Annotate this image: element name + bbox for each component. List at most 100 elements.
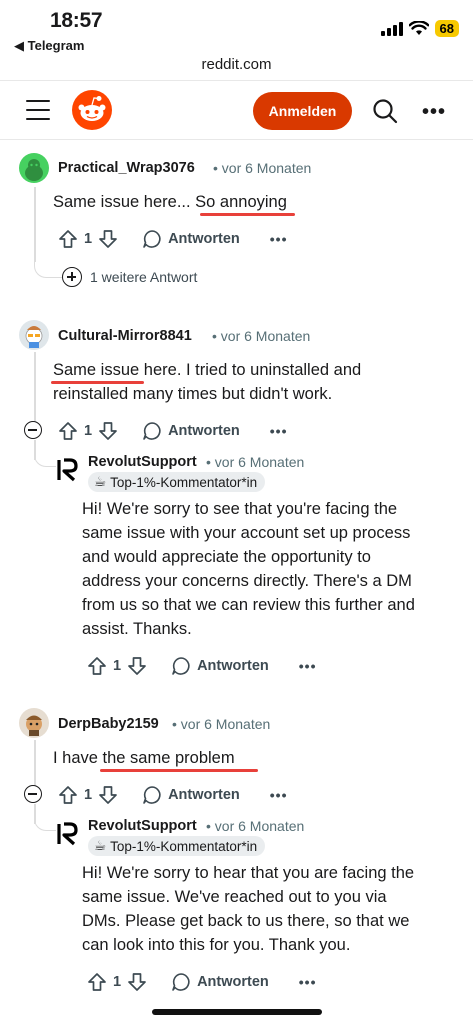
- reply-body-line: assist. Thanks.: [82, 620, 192, 638]
- more-replies-link[interactable]: 1 weitere Antwort: [62, 267, 197, 287]
- cup-icon: ☕: [94, 838, 107, 853]
- login-button[interactable]: Anmelden: [253, 92, 352, 130]
- reply-body: Hi! We're sorry to see that you're facin…: [82, 497, 415, 641]
- snoo-avatar-icon: [26, 715, 42, 736]
- collapse-icon[interactable]: [24, 421, 42, 439]
- snoo-avatar-icon: [25, 159, 43, 181]
- upvote-icon[interactable]: [87, 656, 107, 676]
- upvote-icon[interactable]: [58, 229, 78, 249]
- cup-icon: ☕: [94, 474, 107, 489]
- thread-elbow: [34, 445, 56, 467]
- hamburger-icon[interactable]: [26, 100, 50, 120]
- comment-body: Same issue here... So annoying: [53, 193, 287, 211]
- reply-label: Antworten: [197, 658, 269, 674]
- reply-label: Antworten: [168, 423, 240, 439]
- reply-body-line: Hi! We're sorry to see that you're facin…: [82, 500, 398, 518]
- comment-author[interactable]: DerpBaby2159: [58, 716, 159, 732]
- upvote-icon[interactable]: [58, 785, 78, 805]
- vote-count: 1: [84, 423, 93, 439]
- comment-body-line: Same issue here. I tried to uninstalled …: [53, 361, 362, 379]
- comment-more-button[interactable]: •••: [270, 423, 288, 439]
- avatar[interactable]: [19, 320, 49, 350]
- home-indicator[interactable]: [152, 1009, 322, 1015]
- reply-author[interactable]: RevolutSupport: [88, 454, 197, 470]
- reply-button[interactable]: Antworten: [142, 229, 240, 249]
- revolut-logo[interactable]: [54, 456, 82, 484]
- reply-body-line: from us so that we can review this furth…: [82, 596, 415, 614]
- reply-button[interactable]: Antworten: [171, 972, 269, 992]
- thread-elbow: [34, 809, 56, 831]
- reply-body-line: and would appreciate the opportunity to: [82, 548, 371, 566]
- upvote-icon[interactable]: [58, 421, 78, 441]
- reply-body-line: same issue. We've reached out to you via: [82, 888, 387, 906]
- comment-author[interactable]: Cultural-Mirror8841: [58, 328, 192, 344]
- comment-icon: [143, 230, 161, 248]
- reply-body-line: Hi! We're sorry to hear that you are fac…: [82, 864, 415, 882]
- reply-actions: 1 Antworten •••: [87, 970, 316, 994]
- comment-icon: [143, 786, 161, 804]
- comment-more-button[interactable]: •••: [299, 974, 317, 990]
- comment-author[interactable]: Practical_Wrap3076: [58, 160, 195, 176]
- comment-more-button[interactable]: •••: [270, 231, 288, 247]
- comment-icon: [172, 657, 190, 675]
- reddit-navbar: Anmelden •••: [0, 80, 473, 140]
- reply-button[interactable]: Antworten: [142, 785, 240, 805]
- comment-timestamp: • vor 6 Monaten: [172, 716, 271, 732]
- comment-icon: [143, 422, 161, 440]
- downvote-icon[interactable]: [98, 785, 118, 805]
- downvote-icon[interactable]: [127, 972, 147, 992]
- revolut-logo[interactable]: [54, 820, 82, 848]
- comment-icon: [172, 973, 190, 991]
- comment-actions: 1 Antworten •••: [58, 783, 287, 807]
- reply-body-line: DMs. Please get back to us there, so tha…: [82, 912, 410, 930]
- reply-timestamp: • vor 6 Monaten: [206, 818, 305, 834]
- downvote-icon[interactable]: [98, 421, 118, 441]
- reply-label: Antworten: [168, 231, 240, 247]
- thread-elbow: [34, 250, 62, 278]
- reply-author[interactable]: RevolutSupport: [88, 818, 197, 834]
- downvote-icon[interactable]: [127, 656, 147, 676]
- comment-body-line: reinstalled many times but didn't work.: [53, 385, 333, 403]
- collapse-icon[interactable]: [24, 785, 42, 803]
- comment-more-button[interactable]: •••: [299, 658, 317, 674]
- reddit-logo[interactable]: [72, 90, 112, 130]
- avatar[interactable]: [19, 708, 49, 738]
- comment-body: I have the same problem: [53, 749, 235, 767]
- reply-actions: 1 Antworten •••: [87, 654, 316, 678]
- highlight-underline: [200, 213, 295, 216]
- badge-label: Top-1%-Kommentator*in: [110, 838, 258, 854]
- status-time: 18:57: [50, 9, 103, 32]
- status-bar: 18:57 ◀ Telegram 68: [0, 0, 473, 56]
- more-replies-label: 1 weitere Antwort: [90, 269, 198, 285]
- vote-count: 1: [84, 231, 93, 247]
- reply-button[interactable]: Antworten: [142, 421, 240, 441]
- battery-indicator: 68: [434, 20, 459, 37]
- upvote-icon[interactable]: [87, 972, 107, 992]
- comment-more-button[interactable]: •••: [270, 787, 288, 803]
- more-options-button[interactable]: •••: [422, 101, 446, 124]
- comment-actions: 1 Antworten •••: [58, 227, 287, 251]
- downvote-icon[interactable]: [98, 229, 118, 249]
- search-icon[interactable]: [372, 98, 398, 124]
- snoo-avatar-icon: [25, 326, 43, 348]
- vote-count: 1: [84, 787, 93, 803]
- thread-line: [34, 352, 36, 422]
- signal-icon: [380, 21, 403, 36]
- reply-label: Antworten: [197, 974, 269, 990]
- reply-timestamp: • vor 6 Monaten: [206, 454, 305, 470]
- avatar[interactable]: [19, 153, 49, 183]
- vote-count: 1: [113, 974, 122, 990]
- thread-line: [34, 740, 36, 786]
- reply-button[interactable]: Antworten: [171, 656, 269, 676]
- url-bar[interactable]: reddit.com: [0, 56, 473, 80]
- top-commenter-badge: ☕ Top-1%-Kommentator*in: [88, 472, 266, 492]
- vote-count: 1: [113, 658, 122, 674]
- reply-body: Hi! We're sorry to hear that you are fac…: [82, 861, 414, 957]
- comment-actions: 1 Antworten •••: [58, 419, 287, 443]
- reply-body-line: same issue with your account set up proc…: [82, 524, 411, 542]
- back-to-telegram[interactable]: ◀ Telegram: [14, 38, 84, 54]
- top-commenter-badge: ☕ Top-1%-Kommentator*in: [88, 836, 266, 856]
- comment-timestamp: • vor 6 Monaten: [212, 328, 311, 344]
- wifi-icon: [408, 21, 429, 35]
- comment-timestamp: • vor 6 Monaten: [213, 160, 312, 176]
